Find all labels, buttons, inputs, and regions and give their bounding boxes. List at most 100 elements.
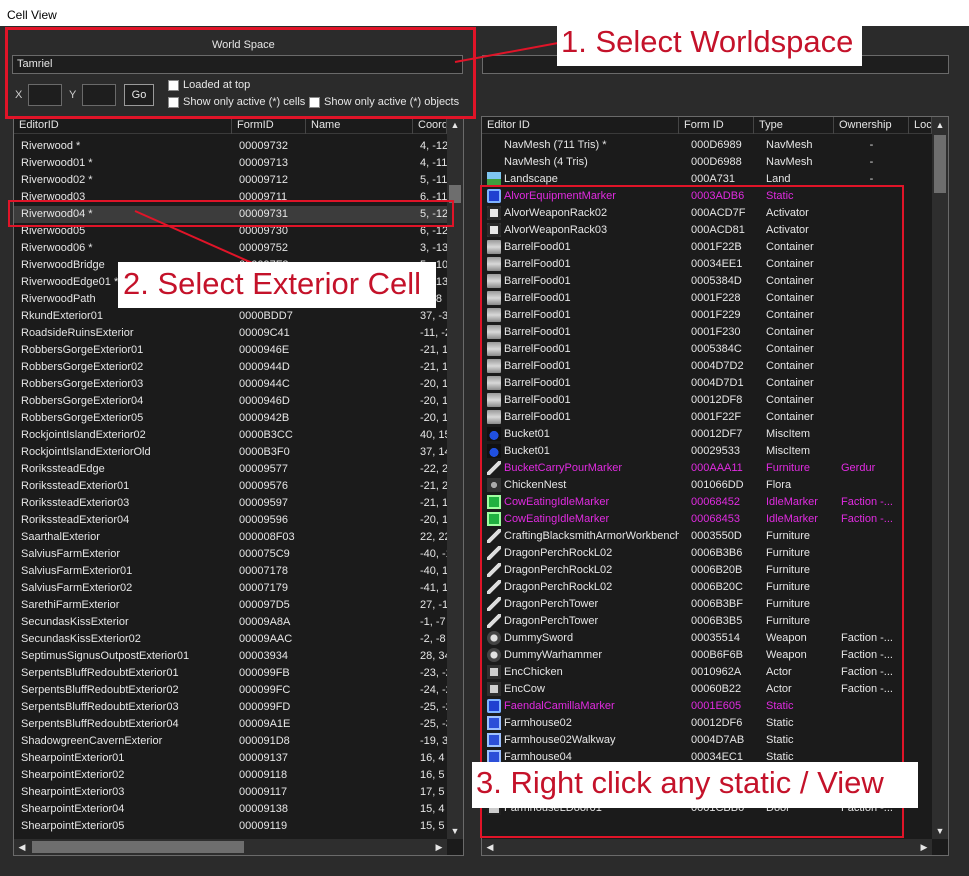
object-row[interactable]: NavMesh (711 Tris) * 000D6989 NavMesh - xyxy=(482,137,932,154)
object-type: NavMesh xyxy=(766,139,813,151)
cell-editor-id: SaarthalExterior xyxy=(21,531,100,543)
cell-coord: -25, -2 xyxy=(420,701,447,713)
cell-row[interactable]: RockjointIslandExteriorOld 0000B3F0 37, 14 xyxy=(14,444,447,461)
land-icon xyxy=(487,172,501,186)
object-list-hscroll[interactable]: ◀ ▶ xyxy=(482,839,932,855)
cell-editor-id: Riverwood01 * xyxy=(21,157,93,169)
scroll-left-icon[interactable]: ◀ xyxy=(14,839,30,855)
scroll-right-icon[interactable]: ▶ xyxy=(431,839,447,855)
cell-name xyxy=(306,359,413,376)
cell-list-hscroll[interactable]: ◀ ▶ xyxy=(14,839,447,855)
cell-editor-id: SalviusFarmExterior02 xyxy=(21,582,133,594)
cell-row[interactable]: RorikssteadExterior01 00009576 -21, 2 xyxy=(14,478,447,495)
cell-row[interactable]: RorikssteadEdge 00009577 -22, 2 xyxy=(14,461,447,478)
scroll-thumb[interactable] xyxy=(934,135,946,193)
column-location[interactable]: Loc xyxy=(909,117,932,134)
cell-row[interactable]: RkundExterior01 0000BDD7 37, -3 xyxy=(14,308,447,325)
cell-form-id: 0000944D xyxy=(239,361,290,373)
cell-coord: -20, 1 xyxy=(420,395,447,407)
cell-name xyxy=(306,801,413,818)
scroll-down-icon[interactable]: ▼ xyxy=(932,823,948,839)
cell-row[interactable]: SarethiFarmExterior 000097D5 27, -1 xyxy=(14,597,447,614)
scroll-down-icon[interactable]: ▼ xyxy=(447,823,463,839)
scroll-left-icon[interactable]: ◀ xyxy=(482,839,498,855)
cell-coord: 3, -13 xyxy=(420,242,447,254)
object-list-vscroll[interactable]: ▲ ▼ xyxy=(932,117,948,839)
cell-editor-id: SerpentsBluffRedoubtExterior04 xyxy=(21,718,179,730)
scroll-up-icon[interactable]: ▲ xyxy=(447,117,463,133)
column-editor-id[interactable]: Editor ID xyxy=(482,117,679,134)
cell-coord: -25, -3 xyxy=(420,718,447,730)
scroll-right-icon[interactable]: ▶ xyxy=(916,839,932,855)
cell-coord: -40, 1 xyxy=(420,565,447,577)
cell-row[interactable]: Riverwood06 * 00009752 3, -13 xyxy=(14,240,447,257)
cell-row[interactable]: SeptimusSignusOutpostExterior01 00003934 2… xyxy=(14,648,447,665)
column-form-id[interactable]: Form ID xyxy=(679,117,754,134)
cell-name xyxy=(306,393,413,410)
cell-row[interactable]: SerpentsBluffRedoubtExterior03 000099FD -2… xyxy=(14,699,447,716)
cell-row[interactable]: ShadowgreenCavernExterior 000091D8 -19, 3 xyxy=(14,733,447,750)
cell-editor-id: SarethiFarmExterior xyxy=(21,599,120,611)
cell-form-id: 000099FB xyxy=(239,667,290,679)
cell-editor-id: SecundasKissExterior xyxy=(21,616,129,628)
cell-row[interactable]: SerpentsBluffRedoubtExterior02 000099FC -2… xyxy=(14,682,447,699)
cell-form-id: 00009AAC xyxy=(239,633,293,645)
object-row[interactable]: NavMesh (4 Tris) 000D6988 NavMesh - xyxy=(482,154,932,171)
column-ownership[interactable]: Ownership xyxy=(834,117,909,134)
cell-row[interactable]: SaarthalExterior 000008F03 22, 22 xyxy=(14,529,447,546)
cell-form-id: 00009A8A xyxy=(239,616,291,628)
column-type[interactable]: Type xyxy=(754,117,834,134)
cell-row[interactable]: ShearpointExterior04 00009138 15, 4 xyxy=(14,801,447,818)
cell-row[interactable]: ShearpointExterior03 00009117 17, 5 xyxy=(14,784,447,801)
cell-row[interactable]: SalviusFarmExterior 000075C9 -40, -1 xyxy=(14,546,447,563)
column-coord[interactable]: Coord xyxy=(413,117,447,134)
cell-row[interactable]: ShearpointExterior01 00009137 16, 4 xyxy=(14,750,447,767)
cell-coord: -22, 2 xyxy=(420,463,447,475)
cell-row[interactable]: ShearpointExterior05 00009119 15, 5 xyxy=(14,818,447,835)
step2-callout: 2. Select Exterior Cell xyxy=(118,262,436,308)
cell-coord: -11, -2 xyxy=(420,327,447,339)
cell-row[interactable]: RobbersGorgeExterior05 0000942B -20, 1 xyxy=(14,410,447,427)
cell-row[interactable]: RockjointIslandExterior02 0000B3CC 40, 15 xyxy=(14,427,447,444)
cell-row[interactable]: Riverwood01 * 00009713 4, -11 xyxy=(14,155,447,172)
column-editor-id[interactable]: EditorID xyxy=(14,117,232,134)
cell-coord: -23, -2 xyxy=(420,667,447,679)
column-name[interactable]: Name xyxy=(306,117,413,134)
cell-row[interactable]: RorikssteadExterior04 00009596 -20, 1 xyxy=(14,512,447,529)
cell-editor-id: RkundExterior01 xyxy=(21,310,103,322)
cell-row[interactable]: Riverwood02 * 00009712 5, -11 xyxy=(14,172,447,189)
column-form-id[interactable]: FormID xyxy=(232,117,306,134)
cell-name xyxy=(306,461,413,478)
cell-name xyxy=(306,376,413,393)
cell-row[interactable]: RobbersGorgeExterior02 0000944D -21, 1 xyxy=(14,359,447,376)
cell-form-id: 00009118 xyxy=(239,769,288,781)
cell-row[interactable]: RobbersGorgeExterior03 0000944C -20, 1 xyxy=(14,376,447,393)
cell-row[interactable]: ShearpointExterior02 00009118 16, 5 xyxy=(14,767,447,784)
cell-row[interactable]: RobbersGorgeExterior01 0000946E -21, 1 xyxy=(14,342,447,359)
cell-row[interactable]: SecundasKissExterior 00009A8A -1, -7 xyxy=(14,614,447,631)
cell-coord: 15, 4 xyxy=(420,803,445,815)
cell-row[interactable]: RorikssteadExterior03 00009597 -21, 1 xyxy=(14,495,447,512)
cell-row[interactable]: SecundasKissExterior02 00009AAC -2, -8 xyxy=(14,631,447,648)
cell-coord: 37, -3 xyxy=(420,310,447,322)
cell-row[interactable]: Riverwood * 00009732 4, -12 xyxy=(14,138,447,155)
cell-editor-id: ShearpointExterior05 xyxy=(21,820,125,832)
scroll-up-icon[interactable]: ▲ xyxy=(932,117,948,133)
object-ownership: - xyxy=(869,139,874,151)
scroll-thumb[interactable] xyxy=(32,841,244,853)
cell-form-id: 00009138 xyxy=(239,803,288,815)
cell-row[interactable]: SalviusFarmExterior01 00007178 -40, 1 xyxy=(14,563,447,580)
cell-row[interactable]: SerpentsBluffRedoubtExterior04 00009A1E -2… xyxy=(14,716,447,733)
object-form-id: 000D6988 xyxy=(691,156,742,168)
cell-row[interactable]: RoadsideRuinsExterior 00009C41 -11, -2 xyxy=(14,325,447,342)
cell-name xyxy=(306,716,413,733)
cell-name xyxy=(306,172,413,189)
cell-row[interactable]: SerpentsBluffRedoubtExterior01 000099FB -2… xyxy=(14,665,447,682)
cell-name xyxy=(306,444,413,461)
cell-editor-id: ShearpointExterior01 xyxy=(21,752,125,764)
cell-list[interactable]: EditorID FormID Name Coord Riverwood * 00… xyxy=(13,116,464,856)
cell-row[interactable]: RobbersGorgeExterior04 0000946D -20, 1 xyxy=(14,393,447,410)
cell-form-id: 00009C41 xyxy=(239,327,290,339)
cell-coord: 15, 5 xyxy=(420,820,445,832)
cell-row[interactable]: SalviusFarmExterior02 00007179 -41, 1 xyxy=(14,580,447,597)
